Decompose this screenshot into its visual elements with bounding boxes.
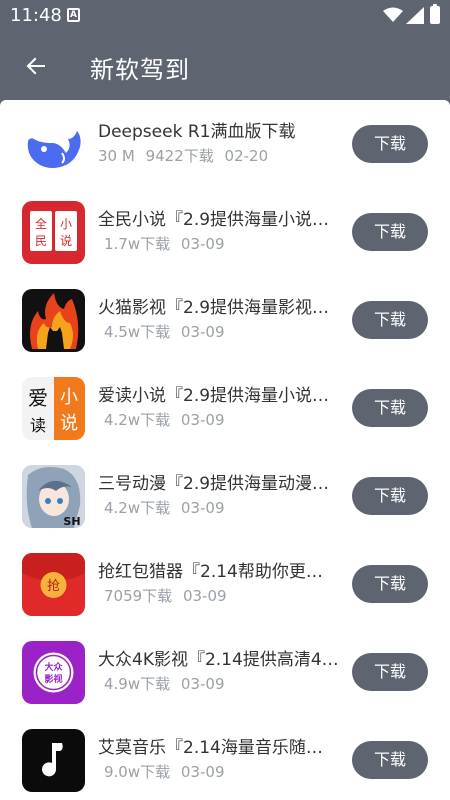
app-meta: 4.5w下载 03-09 bbox=[98, 321, 231, 342]
download-button[interactable]: 下载 bbox=[352, 741, 428, 779]
list-item[interactable]: 大众 影视 大众4K影视『2.14提供高清4… 4.9w下载 03-09 下载 bbox=[0, 628, 450, 716]
list-item[interactable]: 艾莫音乐『2.14海量音乐随… 9.0w下载 03-09 下载 bbox=[0, 716, 450, 800]
app-meta: 4.2w下载 03-09 bbox=[98, 409, 231, 430]
app-name: 抢红包猎器『2.14帮助你更… bbox=[98, 562, 323, 582]
list-item[interactable]: 全 民 小 说 全民小说『2.9提供海量小说… 1.7w下载 03-09 下载 bbox=[0, 188, 450, 276]
app-size: 30 M bbox=[98, 147, 135, 165]
app-name: 艾莫音乐『2.14海量音乐随… bbox=[98, 738, 323, 758]
download-button[interactable]: 下载 bbox=[352, 125, 428, 163]
icon-char: 小 bbox=[60, 387, 78, 408]
app-name: 大众4K影视『2.14提供高清4… bbox=[98, 650, 338, 670]
aidu-novel-icon: 爱 读 小 说 bbox=[22, 377, 85, 440]
music-note-icon bbox=[22, 729, 85, 792]
icon-char: 小 bbox=[60, 217, 72, 231]
app-name: 火猫影视『2.9提供海量影视… bbox=[98, 298, 330, 318]
app-date: 03-09 bbox=[180, 675, 225, 693]
download-button[interactable]: 下载 bbox=[352, 213, 428, 251]
battery-icon bbox=[430, 4, 440, 24]
app-name: Deepseek R1满血版下载 bbox=[98, 122, 296, 142]
app-downloads: 9422下载 bbox=[145, 147, 214, 165]
app-name: 爱读小说『2.9提供海量小说… bbox=[98, 386, 330, 406]
wifi-icon bbox=[383, 7, 403, 22]
app-name: 三号动漫『2.9提供海量动漫… bbox=[98, 474, 330, 494]
status-time: 11:48 bbox=[10, 5, 62, 26]
download-button[interactable]: 下载 bbox=[352, 653, 428, 691]
a-notification-icon: A bbox=[67, 8, 80, 22]
list-item[interactable]: 抢 抢红包猎器『2.14帮助你更… 7059下载 03-09 下载 bbox=[0, 540, 450, 628]
app-bar: 新软驾到 bbox=[0, 32, 450, 100]
arrow-left-icon[interactable] bbox=[24, 54, 48, 78]
app-date: 03-09 bbox=[180, 411, 225, 429]
list-item[interactable]: SH 三号动漫『2.9提供海量动漫… 4.2w下载 03-09 下载 bbox=[0, 452, 450, 540]
list-item[interactable]: 爱 读 小 说 爱读小说『2.9提供海量小说… 4.2w下载 03-09 下载 bbox=[0, 364, 450, 452]
app-downloads: 4.2w下载 bbox=[104, 499, 171, 517]
app-meta: 30 M 9422下载 02-20 bbox=[98, 145, 274, 166]
app-date: 03-09 bbox=[180, 499, 225, 517]
app-date: 03-09 bbox=[182, 587, 227, 605]
download-button[interactable]: 下载 bbox=[352, 301, 428, 339]
signal-icon bbox=[406, 7, 424, 24]
app-date: 03-09 bbox=[180, 763, 225, 781]
page-title: 新软驾到 bbox=[90, 56, 190, 84]
red-envelope-icon: 抢 bbox=[22, 553, 85, 616]
app-date: 02-20 bbox=[224, 147, 269, 165]
icon-char: 说 bbox=[60, 413, 78, 434]
icon-char: 全 bbox=[35, 216, 47, 231]
status-bar: 11:48 A bbox=[0, 0, 450, 32]
download-button[interactable]: 下载 bbox=[352, 389, 428, 427]
icon-char: 大众 bbox=[44, 661, 63, 673]
app-date: 03-09 bbox=[180, 323, 225, 341]
app-downloads: 4.9w下载 bbox=[104, 675, 171, 693]
app-date: 03-09 bbox=[180, 235, 225, 253]
app-downloads: 7059下载 bbox=[104, 587, 173, 605]
list-item[interactable]: 火猫影视『2.9提供海量影视… 4.5w下载 03-09 下载 bbox=[0, 276, 450, 364]
app-downloads: 1.7w下载 bbox=[104, 235, 171, 253]
app-meta: 7059下载 03-09 bbox=[98, 585, 233, 606]
icon-char: 读 bbox=[30, 416, 46, 435]
app-meta: 4.2w下载 03-09 bbox=[98, 497, 231, 518]
app-downloads: 9.0w下载 bbox=[104, 763, 171, 781]
app-meta: 4.9w下载 03-09 bbox=[98, 673, 231, 694]
icon-char: 爱 bbox=[28, 386, 48, 410]
anime-girl-icon: SH bbox=[22, 465, 85, 528]
app-meta: 1.7w下载 03-09 bbox=[98, 233, 231, 254]
quanmin-novel-icon: 全 民 小 说 bbox=[22, 201, 85, 264]
dazhong-video-icon: 大众 影视 bbox=[22, 641, 85, 704]
app-meta: 9.0w下载 03-09 bbox=[98, 761, 231, 782]
download-button[interactable]: 下载 bbox=[352, 477, 428, 515]
icon-char: 抢 bbox=[47, 578, 60, 594]
icon-char: 影视 bbox=[44, 673, 62, 685]
list-item[interactable]: Deepseek R1满血版下载 30 M 9422下载 02-20 下载 bbox=[0, 100, 450, 188]
app-name: 全民小说『2.9提供海量小说… bbox=[98, 210, 330, 230]
icon-char: SH bbox=[63, 515, 80, 528]
icon-char: 民 bbox=[35, 234, 47, 248]
deepseek-whale-icon bbox=[22, 113, 85, 176]
app-downloads: 4.5w下载 bbox=[104, 323, 171, 341]
app-downloads: 4.2w下载 bbox=[104, 411, 171, 429]
icon-char: 说 bbox=[60, 233, 72, 248]
download-button[interactable]: 下载 bbox=[352, 565, 428, 603]
app-list: Deepseek R1满血版下载 30 M 9422下载 02-20 下载 全 … bbox=[0, 100, 450, 800]
fire-cat-icon bbox=[22, 289, 85, 352]
